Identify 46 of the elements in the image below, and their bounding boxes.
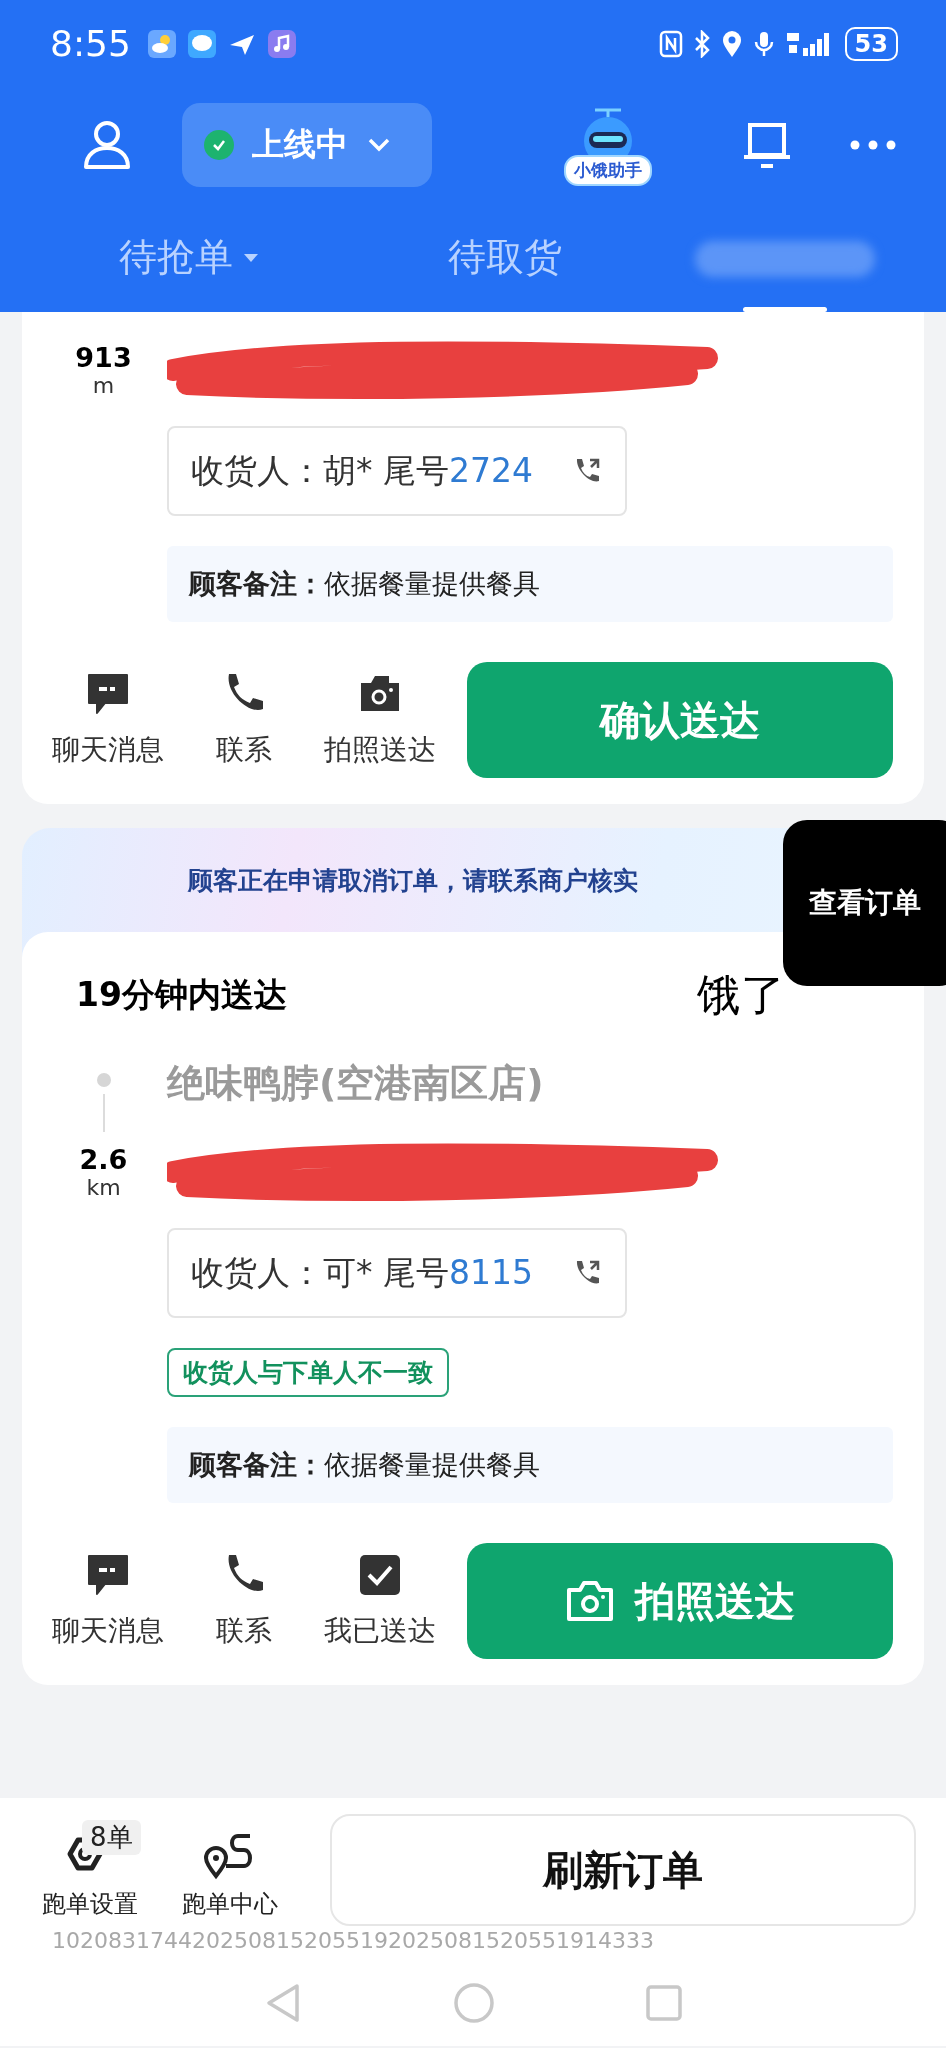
store-name: 绝味鸭脖(空港南区店) xyxy=(167,1060,544,1107)
receiver-text: 收货人：可* 尾号8115 xyxy=(191,1251,533,1294)
action-button[interactable]: 联系 xyxy=(176,1552,312,1650)
bluetooth-icon xyxy=(692,29,711,58)
order-count-badge: 8单 xyxy=(82,1820,141,1855)
receiver-field[interactable]: 收货人：可* 尾号8115 xyxy=(167,1228,627,1318)
distance-value: 913 xyxy=(75,342,132,373)
action-button[interactable]: 我已送达 xyxy=(312,1552,448,1650)
bottom-nav-item[interactable]: 跑单中心 xyxy=(160,1820,300,1920)
note-text: 顾客备注：依据餐量提供餐具 xyxy=(189,1448,540,1482)
battery-indicator: 53 xyxy=(844,26,898,61)
receiver-text: 收货人：胡* 尾号2724 xyxy=(191,449,533,492)
status-time: 8:55 xyxy=(50,23,131,64)
microphone-icon xyxy=(752,29,775,58)
location-icon xyxy=(720,29,743,58)
cancel-notice: 顾客正在申请取消订单，请联系商户核实 xyxy=(188,864,638,897)
action-button[interactable]: 聊天消息 xyxy=(40,1552,176,1650)
platform-label: 饿了 xyxy=(697,967,785,1022)
receiver-field[interactable]: 收货人：胡* 尾号2724 xyxy=(167,426,627,516)
action-button[interactable]: 联系 xyxy=(176,671,312,769)
timeline-dot-icon xyxy=(95,1072,112,1132)
action-button[interactable]: 聊天消息 xyxy=(40,671,176,769)
order-code: 1020831744202508152055192025081520551914333 xyxy=(52,1928,655,1953)
delivery-time: 19分钟内送达 xyxy=(76,973,287,1016)
note-text: 顾客备注：依据餐量提供餐具 xyxy=(189,567,540,601)
message-icon xyxy=(186,28,217,59)
refresh-orders-button[interactable]: 刷新订单 xyxy=(330,1814,916,1926)
action-button[interactable]: 拍照送达 xyxy=(312,671,448,769)
weather-icon xyxy=(146,28,177,59)
distance-unit: m xyxy=(92,373,115,398)
distance-unit: km xyxy=(86,1175,121,1200)
checkbox-icon xyxy=(357,1552,403,1598)
view-order-button[interactable]: 查看订单 xyxy=(783,820,946,986)
chat-icon xyxy=(85,1552,131,1598)
music-icon xyxy=(266,28,297,59)
online-check-icon xyxy=(204,130,234,160)
more-icon[interactable] xyxy=(848,139,898,151)
chat-icon xyxy=(85,671,131,717)
assistant-mascot[interactable]: 小饿助手 xyxy=(564,104,652,186)
profile-icon[interactable] xyxy=(82,119,132,171)
distance-value: 2.6 xyxy=(79,1144,128,1175)
chevron-down-icon xyxy=(366,136,392,154)
bottom-nav-item[interactable]: 8单 跑单设置 xyxy=(20,1820,160,1920)
camera-icon xyxy=(565,1579,615,1623)
nfc-icon xyxy=(658,29,683,58)
mismatch-tag: 收货人与下单人不一致 xyxy=(167,1348,449,1397)
